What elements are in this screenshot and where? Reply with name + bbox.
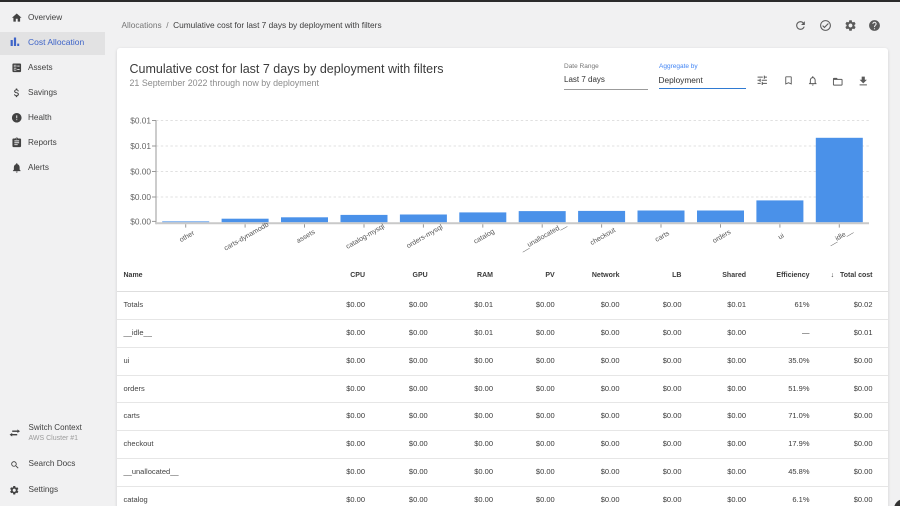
svg-text:assets: assets: [295, 229, 316, 245]
svg-text:carts-dynamodb: carts-dynamodb: [223, 221, 270, 252]
svg-text:__idle__: __idle__: [827, 227, 854, 247]
svg-text:__unallocated__: __unallocated__: [519, 221, 568, 253]
svg-text:checkout: checkout: [589, 227, 617, 247]
svg-text:$0.00: $0.00: [130, 166, 151, 176]
svg-text:$0.01: $0.01: [130, 141, 151, 151]
svg-text:orders: orders: [712, 229, 733, 245]
svg-text:catalog-mysql: catalog-mysql: [345, 223, 386, 251]
svg-text:ui: ui: [777, 232, 786, 241]
svg-text:$0.00: $0.00: [130, 216, 151, 226]
svg-text:other: other: [179, 230, 197, 244]
svg-text:catalog: catalog: [473, 228, 496, 245]
svg-text:$0.00: $0.00: [130, 192, 151, 202]
svg-text:$0.01: $0.01: [130, 115, 151, 125]
svg-text:carts: carts: [654, 230, 671, 244]
svg-text:orders-mysql: orders-mysql: [406, 224, 445, 251]
